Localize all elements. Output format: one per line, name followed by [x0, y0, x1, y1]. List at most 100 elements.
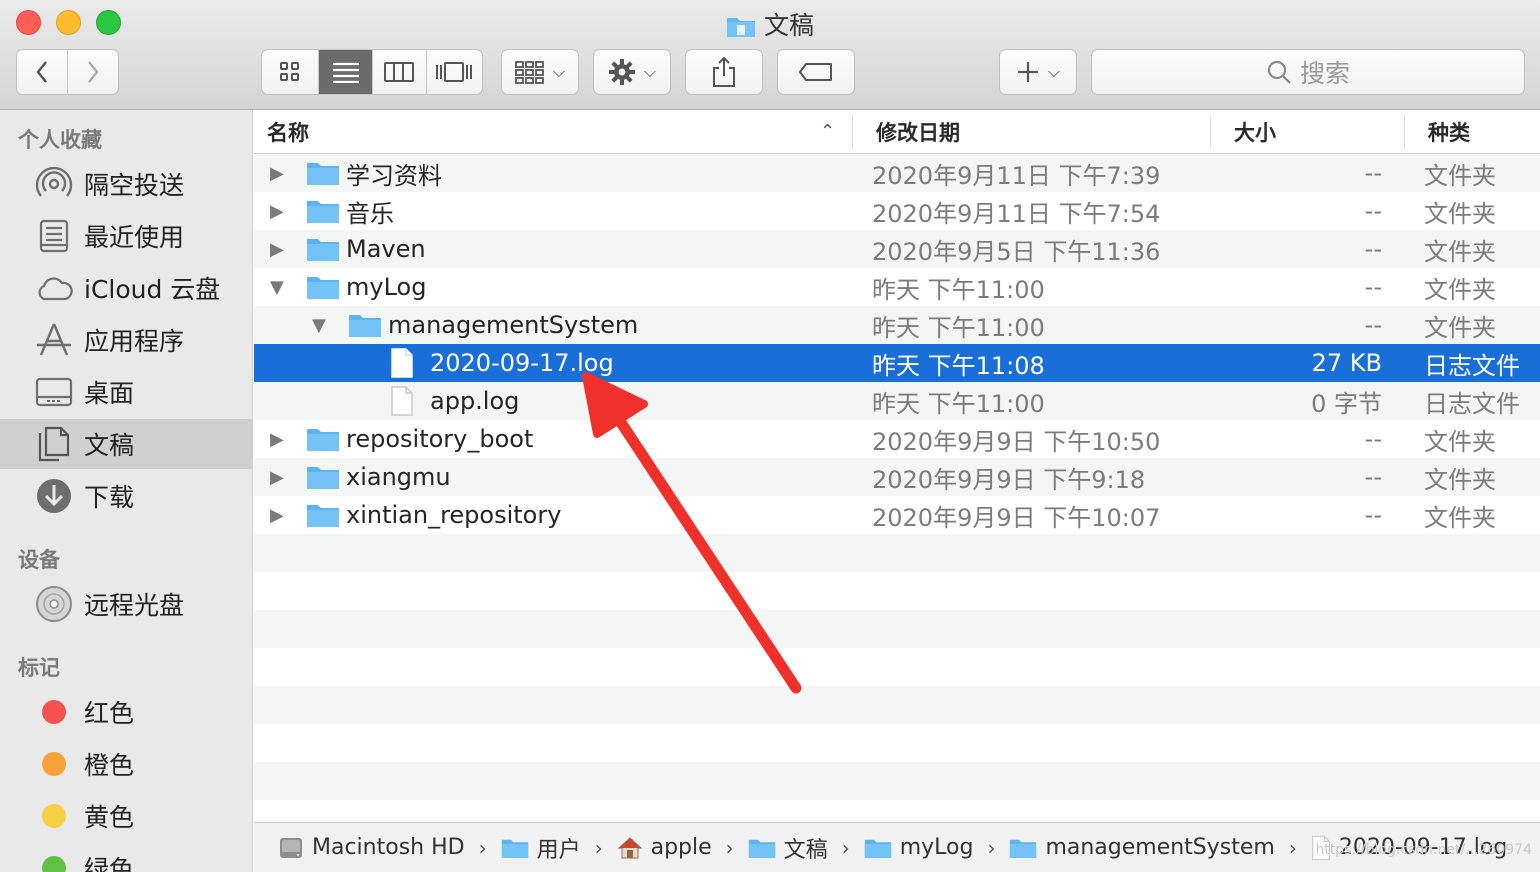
file-row[interactable]: 2020-09-17.log 昨天 下午11:08 27 KB 日志文件 [254, 344, 1540, 382]
file-row[interactable]: ▶ repository_boot 2020年9月9日 下午10:50 -- 文件夹 [254, 420, 1540, 458]
disclosure-collapsed-icon[interactable]: ▶ [270, 420, 284, 458]
sidebar-tag-green[interactable]: 绿色 [0, 843, 252, 872]
chevron-left-icon [36, 61, 47, 83]
edit-tags-button[interactable] [777, 49, 855, 95]
applications-icon [34, 320, 74, 360]
gear-icon [608, 59, 635, 85]
path-item[interactable]: 文稿 [748, 832, 828, 864]
file-row[interactable]: ▼ managementSystem 昨天 下午11:00 -- 文件夹 [254, 306, 1540, 344]
disclosure-collapsed-icon[interactable]: ▶ [270, 230, 284, 268]
hard-drive-icon [278, 835, 304, 861]
disclosure-expanded-icon[interactable]: ▼ [312, 306, 326, 344]
column-header-name[interactable]: 名称 [267, 110, 309, 154]
folder-icon [306, 154, 340, 192]
sidebar-item-desktop[interactable]: 桌面 [0, 367, 252, 417]
sidebar-tag-orange[interactable]: 橙色 [0, 739, 252, 789]
sidebar-item-applications[interactable]: 应用程序 [0, 315, 252, 365]
path-separator-icon: › [987, 835, 996, 860]
folder-icon [864, 837, 892, 859]
chevron-down-icon: ⌵ [552, 62, 566, 81]
file-size: -- [1364, 501, 1382, 529]
disclosure-expanded-icon[interactable]: ▼ [270, 268, 284, 306]
file-row[interactable]: ▶ xintian_repository 2020年9月9日 下午10:07 -- 文件… [254, 496, 1540, 534]
file-row[interactable]: ▶ 音乐 2020年9月11日 下午7:54 -- 文件夹 [254, 192, 1540, 230]
gallery-view-button[interactable] [427, 50, 482, 94]
path-item[interactable]: myLog [864, 835, 973, 860]
column-headers: 名称 ⌃ 修改日期 大小 种类 [254, 110, 1540, 154]
list-icon [332, 62, 359, 83]
icon-view-button[interactable] [262, 50, 320, 94]
folder-icon [306, 268, 340, 306]
sidebar-tag-yellow[interactable]: 黄色 [0, 791, 252, 841]
documents-folder-icon [726, 14, 756, 44]
file-kind: 日志文件 [1424, 351, 1520, 380]
path-item[interactable]: managementSystem [1009, 835, 1275, 860]
empty-row [254, 534, 1540, 572]
sidebar-item-label: 黄色 [84, 803, 135, 832]
path-item[interactable]: apple [617, 835, 712, 860]
sidebar-item-recents[interactable]: 最近使用 [0, 211, 252, 261]
back-button[interactable] [17, 50, 68, 94]
sidebar-item-label: 文稿 [84, 431, 135, 460]
path-item[interactable]: Macintosh HD [278, 835, 465, 861]
file-date: 昨天 下午11:00 [872, 275, 1045, 304]
file-row[interactable]: ▶ xiangmu 2020年9月9日 下午9:18 -- 文件夹 [254, 458, 1540, 496]
file-date: 2020年9月11日 下午7:54 [872, 199, 1161, 228]
file-name: Maven [346, 235, 426, 263]
airdrop-icon [34, 164, 74, 204]
disclosure-collapsed-icon[interactable]: ▶ [270, 192, 284, 230]
column-divider[interactable] [1404, 116, 1405, 148]
file-date: 昨天 下午11:08 [872, 351, 1045, 380]
action-menu-button[interactable]: ⌵ [593, 49, 671, 95]
sidebar-item-label: 应用程序 [84, 327, 185, 356]
column-header-kind[interactable]: 种类 [1428, 110, 1470, 154]
file-date: 2020年9月9日 下午9:18 [872, 465, 1146, 494]
sidebar-item-label: 桌面 [84, 379, 135, 408]
plus-icon [1017, 62, 1038, 82]
empty-row [254, 610, 1540, 648]
share-button[interactable] [685, 49, 763, 95]
home-icon [617, 836, 643, 860]
column-header-date[interactable]: 修改日期 [876, 110, 960, 154]
sidebar-tag-red[interactable]: 红色 [0, 687, 252, 737]
column-divider[interactable] [852, 116, 853, 148]
file-size: 0 字节 [1311, 389, 1382, 418]
path-item-label: apple [650, 835, 712, 860]
file-date: 2020年9月5日 下午11:36 [872, 237, 1161, 266]
sidebar-item-label: 橙色 [84, 751, 135, 780]
sidebar-item-label: 绿色 [84, 855, 135, 872]
group-by-button[interactable]: ⌵ [501, 49, 579, 95]
search-field[interactable]: 搜索 [1091, 49, 1525, 95]
file-date: 2020年9月9日 下午10:07 [872, 503, 1161, 532]
sort-ascending-icon: ⌃ [820, 121, 836, 142]
sidebar-item-documents[interactable]: 文稿 [0, 419, 252, 469]
sidebar-item-downloads[interactable]: 下载 [0, 471, 252, 521]
gallery-icon [436, 62, 473, 82]
disclosure-collapsed-icon[interactable]: ▶ [270, 154, 284, 192]
file-icon [390, 382, 414, 420]
new-item-button[interactable]: ⌵ [999, 49, 1077, 95]
file-kind: 文件夹 [1424, 199, 1496, 228]
sidebar-item-icloud[interactable]: iCloud 云盘 [0, 263, 252, 313]
tag-icon [799, 63, 832, 81]
file-row[interactable]: ▶ 学习资料 2020年9月11日 下午7:39 -- 文件夹 [254, 154, 1540, 192]
file-name: xintian_repository [346, 501, 562, 529]
file-date: 2020年9月11日 下午7:39 [872, 161, 1161, 190]
file-row[interactable]: ▼ myLog 昨天 下午11:00 -- 文件夹 [254, 268, 1540, 306]
file-row[interactable]: app.log 昨天 下午11:00 0 字节 日志文件 [254, 382, 1540, 420]
file-size: -- [1364, 197, 1382, 225]
disclosure-collapsed-icon[interactable]: ▶ [270, 496, 284, 534]
disclosure-collapsed-icon[interactable]: ▶ [270, 458, 284, 496]
forward-button[interactable] [68, 50, 119, 94]
file-row[interactable]: ▶ Maven 2020年9月5日 下午11:36 -- 文件夹 [254, 230, 1540, 268]
grid-icon [280, 62, 300, 81]
column-header-size[interactable]: 大小 [1234, 110, 1276, 154]
sidebar-section-devices: 设备 [18, 548, 60, 572]
list-view-button[interactable] [319, 50, 373, 94]
path-item[interactable]: 用户 [501, 832, 581, 864]
column-view-button[interactable] [373, 50, 427, 94]
icloud-icon [34, 268, 74, 308]
sidebar-item-airdrop[interactable]: 隔空投送 [0, 159, 252, 209]
column-divider[interactable] [1210, 116, 1211, 148]
sidebar-item-remote-disc[interactable]: 远程光盘 [0, 579, 252, 629]
